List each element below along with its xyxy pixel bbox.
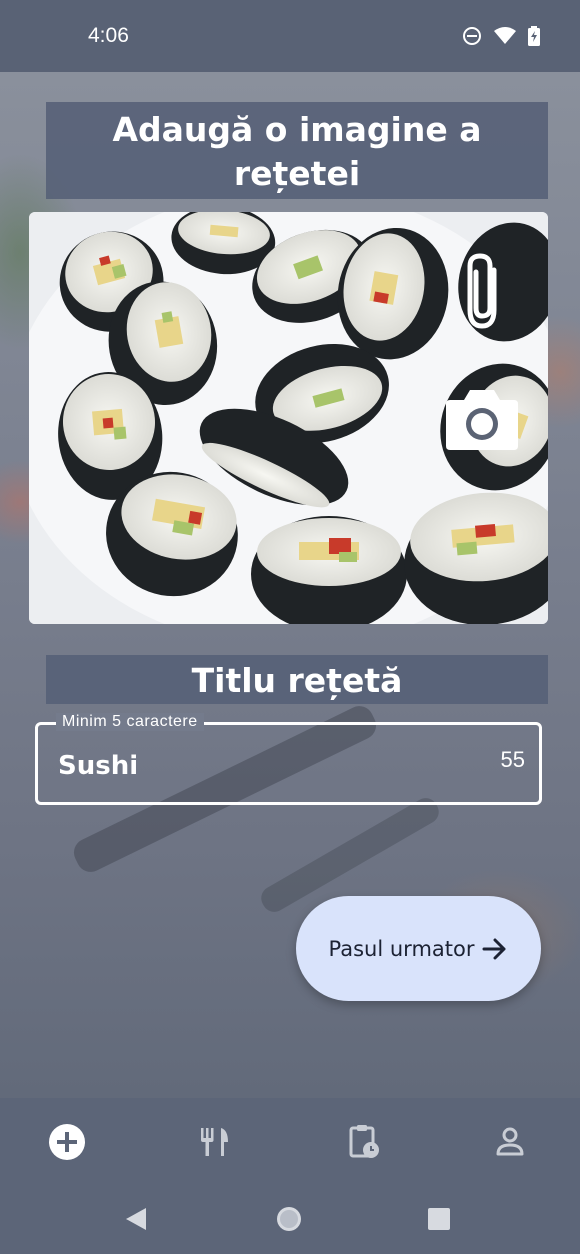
image-section-title: Adaugă o imagine a rețetei: [46, 102, 548, 199]
recipe-title-field[interactable]: Minim 5 caractere 55: [35, 713, 542, 805]
wifi-icon: [494, 27, 516, 44]
system-navigation: [0, 1186, 580, 1254]
status-time: 4:06: [88, 24, 129, 47]
add-icon[interactable]: [47, 1122, 87, 1162]
restaurant-icon[interactable]: [195, 1122, 235, 1162]
do-not-disturb-icon: [463, 27, 481, 45]
arrow-right-icon: [482, 938, 506, 959]
next-step-label: Pasul urmator: [328, 936, 475, 961]
recipe-title-heading: Titlu rețetă: [46, 655, 548, 704]
character-counter: 55: [500, 747, 525, 772]
battery-charging-icon: [528, 26, 540, 46]
recents-icon[interactable]: [428, 1208, 450, 1230]
status-bar: 4:06: [0, 0, 580, 72]
next-step-button[interactable]: Pasul urmator: [296, 896, 541, 1001]
bottom-navigation: [0, 1098, 580, 1186]
home-icon[interactable]: [275, 1205, 303, 1233]
recipe-title-input[interactable]: [58, 749, 478, 783]
clipboard-clock-icon[interactable]: [344, 1122, 384, 1162]
attach-icon[interactable]: [458, 250, 510, 332]
camera-icon[interactable]: [444, 386, 520, 452]
field-label: Minim 5 caractere: [56, 713, 204, 731]
back-icon[interactable]: [124, 1206, 148, 1232]
status-icons: [462, 26, 540, 46]
person-icon[interactable]: [490, 1122, 530, 1162]
